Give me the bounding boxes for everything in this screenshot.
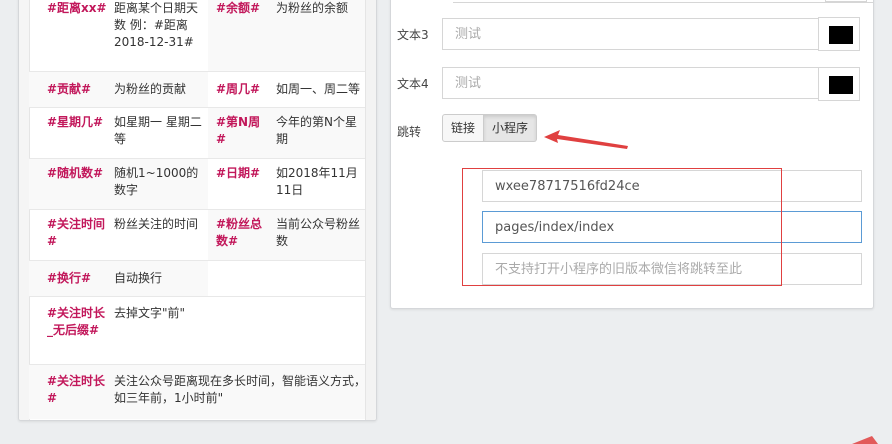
variable-name: #关注时长# — [29, 365, 114, 419]
jump-miniprogram-button[interactable]: 小程序 — [484, 114, 538, 142]
table-row: #星期几# 如星期一 星期二等 #第N周# 今年的第N个星期 — [29, 108, 374, 159]
variable-desc: 如星期一 星期二等 — [114, 115, 202, 146]
variable-desc: 随机1~1000的数字 — [114, 159, 208, 209]
variable-name: #日期# — [216, 166, 261, 180]
variable-desc: 为粉丝的贡献 — [114, 72, 208, 107]
color-swatch — [829, 76, 853, 94]
variable-name: #周几# — [216, 82, 261, 96]
text3-input[interactable] — [442, 18, 819, 50]
table-row: #随机数# 随机1~1000的数字 #日期# 如2018年11月11日 — [29, 159, 374, 210]
variable-name: #随机数# — [29, 159, 114, 209]
variable-desc: 粉丝关注的时间 — [114, 217, 199, 231]
fallback-url-input[interactable] — [482, 253, 862, 285]
text3-color-picker[interactable] — [818, 17, 860, 51]
variable-name: #星期几# — [47, 115, 104, 129]
variable-desc: 自动换行 — [114, 261, 208, 296]
color-swatch — [829, 26, 853, 44]
variable-name: #换行# — [29, 261, 114, 296]
appid-input[interactable] — [482, 170, 862, 202]
variable-name: #第N周# — [208, 108, 276, 158]
variable-name: #粉丝总数# — [208, 210, 276, 260]
variable-name: #贡献# — [29, 72, 114, 107]
table-row: #关注时间# 粉丝关注的时间 #粉丝总数# 当前公众号粉丝数 — [29, 210, 374, 261]
variable-desc: 去掉文字"前" — [114, 306, 186, 320]
text4-input[interactable] — [442, 67, 819, 99]
pagepath-input[interactable] — [482, 211, 862, 243]
variable-name: #关注时间# — [47, 217, 106, 248]
variable-desc: 当前公众号粉丝数 — [276, 210, 374, 260]
variable-desc: 如2018年11月11日 — [276, 166, 358, 197]
settings-form-panel: 文本3 文本4 跳转 链接 小程序 — [390, 0, 874, 309]
jump-link-button[interactable]: 链接 — [442, 114, 485, 142]
variable-desc: 距离某个日期天数 例：#距离2018-12-31# — [114, 1, 199, 49]
variables-panel: #距离xx# 距离某个日期天数 例：#距离2018-12-31# #余额# 为粉… — [18, 0, 377, 421]
table-row: #关注时长_无后缀# 去掉文字"前" — [29, 297, 374, 365]
variable-name: #关注时长_无后缀# — [47, 306, 106, 337]
table-row: #关注时长# 关注公众号距离现在多长时间，智能语义方式，如三年前，1小时前" — [29, 365, 374, 419]
text3-label: 文本3 — [397, 28, 429, 42]
variables-table: #距离xx# 距离某个日期天数 例：#距离2018-12-31# #余额# 为粉… — [29, 0, 374, 419]
table-row: #贡献# 为粉丝的贡献 #周几# 如周一、周二等 — [29, 72, 374, 108]
variable-desc: 关注公众号距离现在多长时间，智能语义方式，如三年前，1小时前" — [114, 365, 374, 419]
table-row: #换行# 自动换行 — [29, 261, 374, 297]
text4-label: 文本4 — [397, 77, 429, 91]
previous-field-edge — [453, 0, 873, 3]
variable-name: #余额# — [208, 0, 276, 71]
jump-label: 跳转 — [397, 125, 422, 139]
text4-color-picker[interactable] — [818, 67, 860, 101]
variable-name — [208, 261, 276, 296]
table-scrollbar[interactable] — [365, 0, 376, 420]
jump-type-toggle: 链接 小程序 — [442, 114, 538, 142]
variable-desc: 今年的第N个星期 — [276, 108, 374, 158]
variable-desc — [276, 261, 374, 296]
variable-name: #距离xx# — [47, 1, 107, 15]
variable-desc: 如周一、周二等 — [276, 82, 361, 96]
variable-desc: 为粉丝的余额 — [276, 0, 374, 71]
table-row: #距离xx# 距离某个日期天数 例：#距离2018-12-31# #余额# 为粉… — [29, 0, 374, 72]
